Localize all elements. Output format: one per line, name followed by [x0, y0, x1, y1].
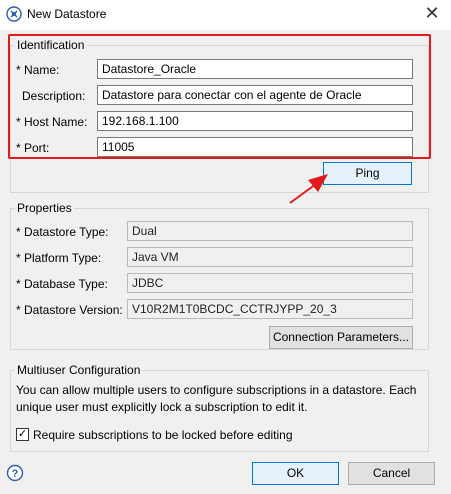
checkmark-icon: ✓: [17, 428, 28, 440]
multiuser-description-line1: You can allow multiple users to configur…: [16, 383, 417, 397]
ok-button[interactable]: OK: [252, 462, 339, 485]
connection-parameters-button[interactable]: Connection Parameters...: [269, 326, 413, 349]
platform-type-label: * Platform Type:: [16, 251, 102, 265]
window-title: New Datastore: [27, 7, 107, 21]
cancel-button[interactable]: Cancel: [348, 462, 435, 485]
require-lock-label[interactable]: Require subscriptions to be locked befor…: [33, 428, 293, 442]
datastore-icon: [6, 6, 22, 22]
annotation-highlight-box: [8, 34, 431, 159]
red-arrow-icon: [289, 174, 328, 204]
require-lock-checkbox[interactable]: ✓: [16, 428, 29, 441]
svg-text:?: ?: [12, 468, 19, 480]
help-icon[interactable]: ?: [6, 464, 24, 482]
datastore-type-label: * Datastore Type:: [16, 225, 109, 239]
platform-type-field: Java VM: [127, 247, 413, 267]
multiuser-description-line2: unique user must explicitly lock a subsc…: [16, 400, 308, 414]
multiuser-group-title: Multiuser Configuration: [15, 363, 143, 377]
title-bar: New Datastore ✕: [0, 0, 451, 30]
datastore-version-label: * Datastore Version:: [16, 303, 123, 317]
properties-group-title: Properties: [15, 201, 74, 215]
close-button[interactable]: ✕: [418, 2, 446, 26]
ping-button[interactable]: Ping: [323, 162, 412, 185]
database-type-field: JDBC: [127, 273, 413, 293]
datastore-type-field: Dual: [127, 221, 413, 241]
close-icon: ✕: [424, 3, 440, 23]
database-type-label: * Database Type:: [16, 277, 108, 291]
datastore-version-field: V10R2M1T0BCDC_CCTRJYPP_20_3: [127, 299, 413, 319]
